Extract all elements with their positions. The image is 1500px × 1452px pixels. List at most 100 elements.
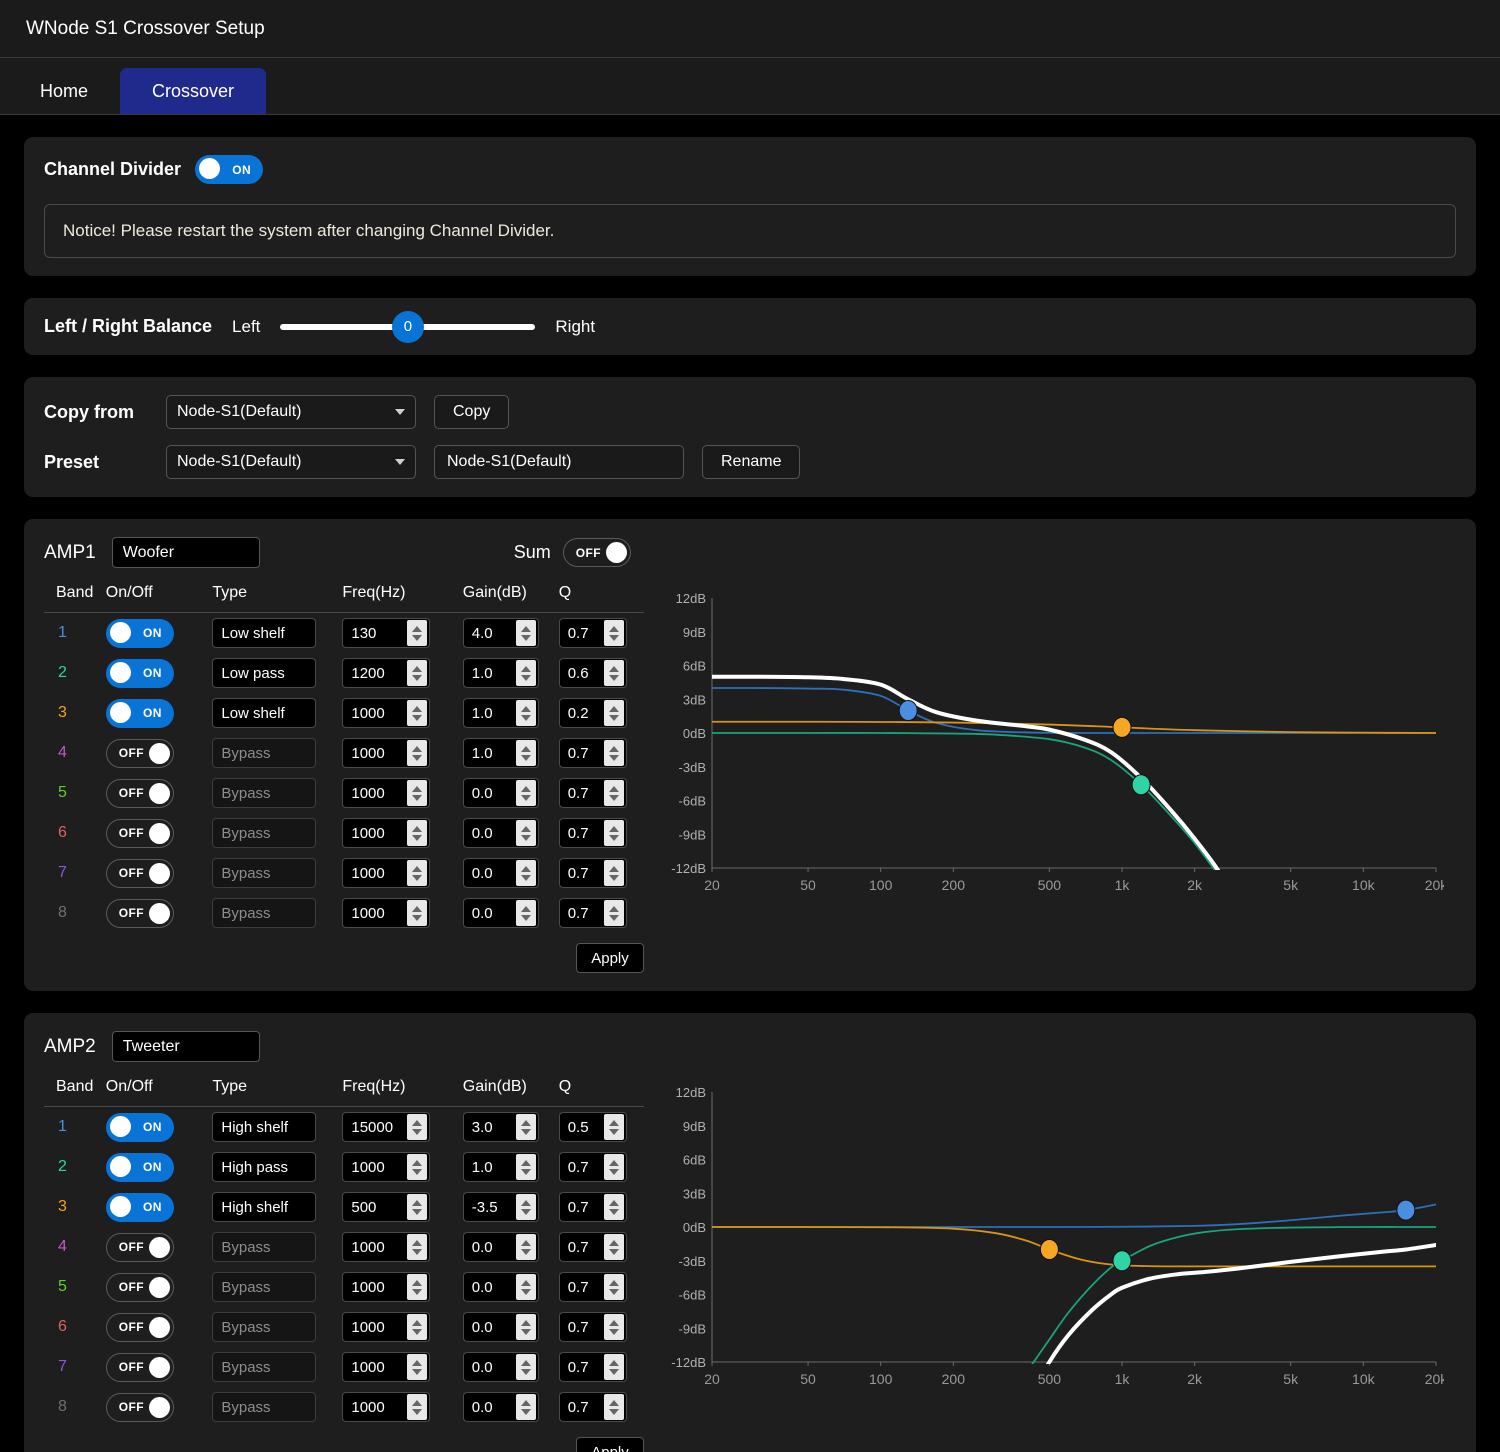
preset-name-input[interactable]: Node-S1(Default) [434, 445, 684, 479]
stepper-buttons[interactable] [515, 780, 536, 806]
band-toggle[interactable]: ON [105, 1192, 174, 1222]
band-freq-input[interactable]: 1000 [342, 1152, 431, 1182]
stepper-buttons[interactable] [515, 1394, 536, 1420]
stepper-buttons[interactable] [603, 1394, 624, 1420]
band-toggle[interactable]: ON [105, 618, 174, 648]
rename-button[interactable]: Rename [702, 445, 801, 479]
band-gain-input[interactable]: 0.0 [462, 818, 539, 848]
band-freq-input[interactable]: 130 [342, 618, 431, 648]
band-freq-input[interactable]: 1000 [342, 1352, 431, 1382]
tab-home[interactable]: Home [8, 68, 120, 114]
band-gain-input[interactable]: 0.0 [462, 1392, 539, 1422]
band-q-input[interactable]: 0.7 [558, 1152, 627, 1182]
band-toggle[interactable]: ON [105, 1152, 174, 1182]
band-q-input[interactable]: 0.7 [558, 1232, 627, 1262]
band-freq-input[interactable]: 15000 [342, 1112, 431, 1142]
stepper-buttons[interactable] [515, 1194, 536, 1220]
band-q-input[interactable]: 0.2 [558, 698, 627, 728]
stepper-buttons[interactable] [603, 620, 624, 646]
band-gain-input[interactable]: 1.0 [462, 738, 539, 768]
stepper-buttons[interactable] [407, 1194, 428, 1220]
stepper-buttons[interactable] [407, 740, 428, 766]
stepper-buttons[interactable] [407, 660, 428, 686]
stepper-buttons[interactable] [603, 860, 624, 886]
band-freq-input[interactable]: 1000 [342, 1272, 431, 1302]
band-freq-input[interactable]: 1000 [342, 898, 431, 928]
band-q-input[interactable]: 0.6 [558, 658, 627, 688]
stepper-buttons[interactable] [407, 1354, 428, 1380]
stepper-buttons[interactable] [603, 780, 624, 806]
band-toggle[interactable]: ON [105, 658, 174, 688]
stepper-buttons[interactable] [603, 660, 624, 686]
stepper-buttons[interactable] [407, 1234, 428, 1260]
amp-name-input[interactable]: Tweeter [111, 1031, 260, 1062]
band-q-input[interactable]: 0.7 [558, 858, 627, 888]
band-type-select[interactable]: Low shelf [212, 618, 317, 648]
stepper-buttons[interactable] [407, 1274, 428, 1300]
band-freq-input[interactable]: 1000 [342, 738, 431, 768]
band-gain-input[interactable]: 1.0 [462, 658, 539, 688]
band-q-input[interactable]: 0.7 [558, 818, 627, 848]
band-toggle[interactable]: OFF [105, 818, 174, 848]
stepper-buttons[interactable] [515, 1314, 536, 1340]
band-freq-input[interactable]: 1000 [342, 778, 431, 808]
stepper-buttons[interactable] [515, 1274, 536, 1300]
band-gain-input[interactable]: 0.0 [462, 778, 539, 808]
stepper-buttons[interactable] [515, 900, 536, 926]
band-freq-input[interactable]: 1000 [342, 858, 431, 888]
band-type-select[interactable]: Bypass [212, 778, 317, 808]
band-q-input[interactable]: 0.7 [558, 1192, 627, 1222]
band-gain-input[interactable]: 0.0 [462, 898, 539, 928]
band-q-input[interactable]: 0.7 [558, 1272, 627, 1302]
band-toggle[interactable]: OFF [105, 778, 174, 808]
balance-slider-thumb[interactable]: 0 [391, 310, 424, 343]
apply-button[interactable]: Apply [576, 1437, 644, 1452]
apply-button[interactable]: Apply [576, 943, 644, 973]
band-gain-input[interactable]: 1.0 [462, 1152, 539, 1182]
band-marker[interactable] [1112, 1250, 1132, 1272]
band-gain-input[interactable]: 0.0 [462, 1312, 539, 1342]
band-type-select[interactable]: Bypass [212, 818, 317, 848]
band-type-select[interactable]: Low pass [212, 658, 317, 688]
band-type-select[interactable]: High shelf [212, 1192, 317, 1222]
stepper-buttons[interactable] [515, 700, 536, 726]
band-marker[interactable] [1131, 774, 1151, 796]
stepper-buttons[interactable] [603, 1114, 624, 1140]
tab-crossover[interactable]: Crossover [120, 68, 267, 114]
band-q-input[interactable]: 0.7 [558, 778, 627, 808]
band-type-select[interactable]: Bypass [212, 1272, 317, 1302]
band-type-select[interactable]: Bypass [212, 898, 317, 928]
band-q-input[interactable]: 0.7 [558, 1352, 627, 1382]
stepper-buttons[interactable] [407, 820, 428, 846]
band-toggle[interactable]: ON [105, 698, 174, 728]
band-marker[interactable] [1396, 1199, 1416, 1221]
stepper-buttons[interactable] [603, 1194, 624, 1220]
stepper-buttons[interactable] [407, 780, 428, 806]
channel-divider-toggle[interactable]: ON [195, 155, 264, 184]
band-gain-input[interactable]: 0.0 [462, 1232, 539, 1262]
stepper-buttons[interactable] [603, 1234, 624, 1260]
stepper-buttons[interactable] [407, 860, 428, 886]
band-marker[interactable] [1112, 716, 1132, 738]
stepper-buttons[interactable] [515, 1154, 536, 1180]
band-type-select[interactable]: Bypass [212, 1312, 317, 1342]
stepper-buttons[interactable] [603, 1314, 624, 1340]
band-q-input[interactable]: 0.7 [558, 898, 627, 928]
band-freq-input[interactable]: 1000 [342, 698, 431, 728]
band-q-input[interactable]: 0.5 [558, 1112, 627, 1142]
band-gain-input[interactable]: 0.0 [462, 1272, 539, 1302]
band-type-select[interactable]: High shelf [212, 1112, 317, 1142]
stepper-buttons[interactable] [515, 740, 536, 766]
band-freq-input[interactable]: 1000 [342, 1392, 431, 1422]
balance-slider[interactable]: 0 [280, 310, 536, 343]
band-gain-input[interactable]: 0.0 [462, 1352, 539, 1382]
band-freq-input[interactable]: 1000 [342, 818, 431, 848]
band-freq-input[interactable]: 500 [342, 1192, 431, 1222]
band-type-select[interactable]: Low shelf [212, 698, 317, 728]
stepper-buttons[interactable] [603, 1274, 624, 1300]
band-toggle[interactable]: OFF [105, 1352, 174, 1382]
band-toggle[interactable]: OFF [105, 1232, 174, 1262]
band-q-input[interactable]: 0.7 [558, 1392, 627, 1422]
stepper-buttons[interactable] [515, 820, 536, 846]
stepper-buttons[interactable] [515, 1114, 536, 1140]
